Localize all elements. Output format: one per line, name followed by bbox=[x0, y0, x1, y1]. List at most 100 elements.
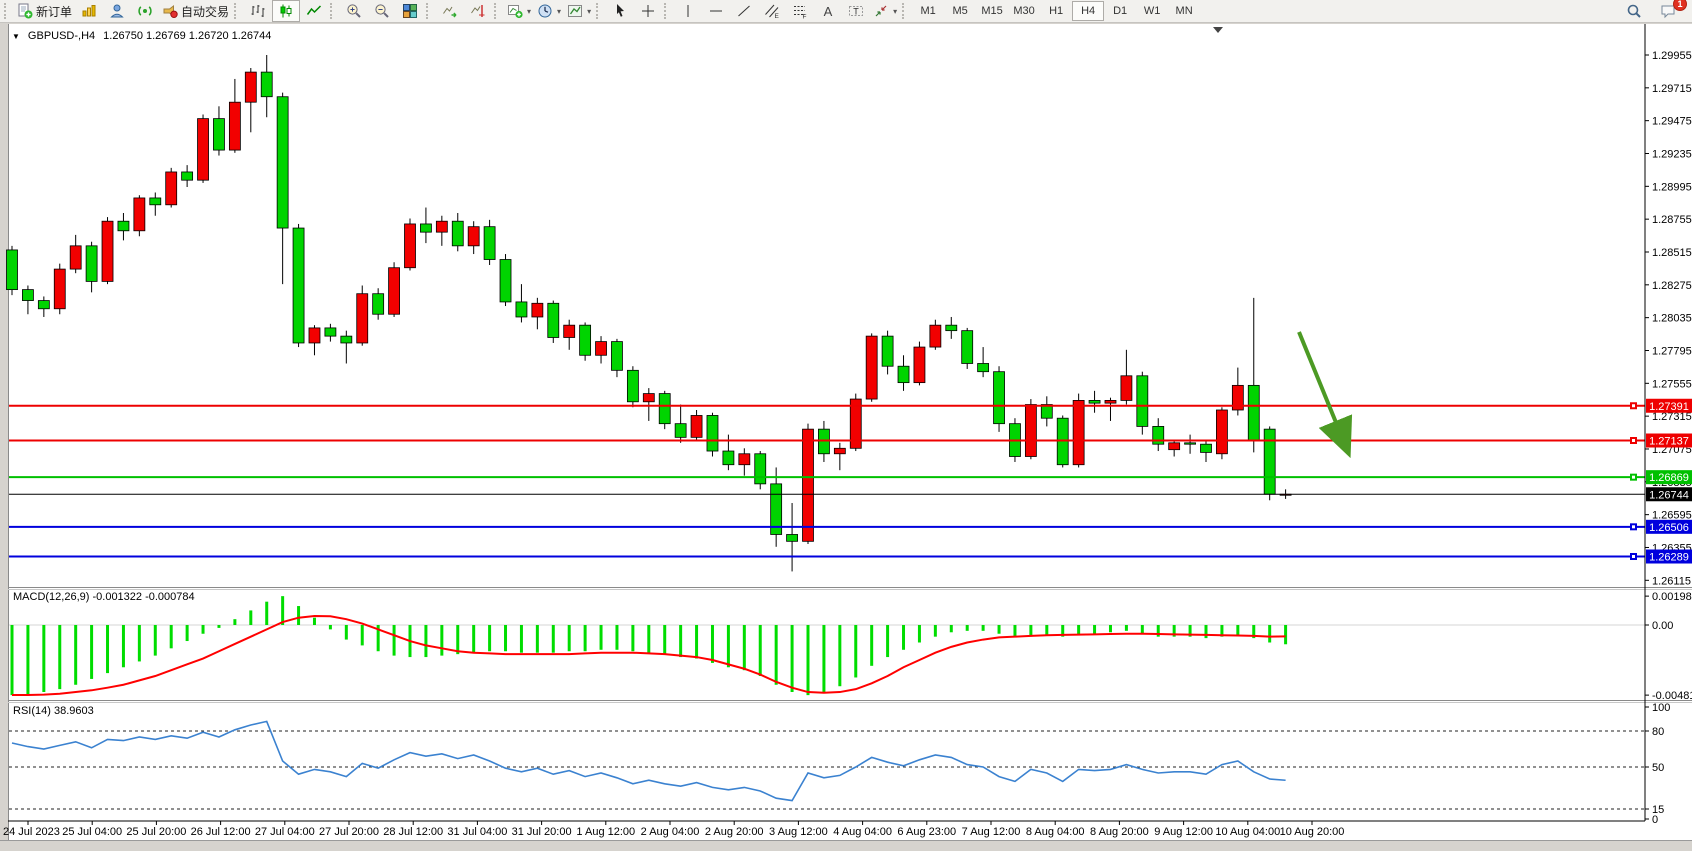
candle-body bbox=[1137, 376, 1148, 427]
price-tick-label: 1.27315 bbox=[1652, 411, 1692, 423]
candle-body bbox=[1089, 400, 1100, 403]
label-button[interactable]: T bbox=[842, 0, 870, 22]
candle bbox=[1264, 426, 1275, 500]
equidistant-channel-button[interactable]: E bbox=[758, 0, 786, 22]
candle-body bbox=[309, 328, 320, 343]
timeframe-m5-button[interactable]: M5 bbox=[944, 1, 976, 21]
templates-button[interactable]: ▾ bbox=[564, 0, 594, 22]
candle-body bbox=[198, 119, 209, 181]
zoom-out-button[interactable] bbox=[368, 0, 396, 22]
horizontal-line-button[interactable] bbox=[702, 0, 730, 22]
fibonacci-icon: F bbox=[792, 3, 808, 19]
time-tick-label: 2 Aug 04:00 bbox=[641, 826, 700, 838]
toolbar-grip bbox=[596, 3, 603, 19]
price-tick-label: 1.29475 bbox=[1652, 116, 1692, 128]
candle-body bbox=[930, 325, 941, 347]
candle-body bbox=[1264, 429, 1275, 494]
candle bbox=[102, 217, 113, 284]
timeframe-h1-button[interactable]: H1 bbox=[1040, 1, 1072, 21]
new-chart-icon bbox=[81, 3, 97, 19]
toolbar-grip bbox=[494, 3, 501, 19]
time-tick-label: 9 Aug 12:00 bbox=[1154, 826, 1213, 838]
price-tick-label: 1.29235 bbox=[1652, 148, 1692, 160]
timeframe-w1-button[interactable]: W1 bbox=[1136, 1, 1168, 21]
new-chart-button[interactable] bbox=[75, 0, 103, 22]
price-badge-label: 1.26744 bbox=[1649, 489, 1689, 501]
candle-body bbox=[1073, 400, 1084, 464]
candle bbox=[707, 413, 718, 457]
candle bbox=[500, 254, 511, 306]
candle-body bbox=[1201, 444, 1212, 452]
chart-canvas[interactable]: 1.299551.297151.294751.292351.289951.287… bbox=[0, 0, 1692, 851]
candle-body bbox=[596, 342, 607, 356]
candle-body bbox=[70, 246, 81, 269]
cursor-button[interactable] bbox=[606, 0, 634, 22]
templates-icon bbox=[567, 3, 583, 19]
profile-button[interactable] bbox=[103, 0, 131, 22]
fibonacci-button[interactable]: F bbox=[786, 0, 814, 22]
timeframe-m1-button[interactable]: M1 bbox=[912, 1, 944, 21]
candle bbox=[1073, 394, 1084, 468]
timeframe-d1-button[interactable]: D1 bbox=[1104, 1, 1136, 21]
autoscroll-button[interactable] bbox=[436, 0, 464, 22]
time-tick-label: 10 Aug 20:00 bbox=[1280, 826, 1345, 838]
candle-body bbox=[994, 372, 1005, 424]
zoom-in-button[interactable] bbox=[340, 0, 368, 22]
channel-icon: E bbox=[764, 3, 780, 19]
new-order-button[interactable]: 新订单 bbox=[14, 0, 75, 22]
autotrading-button[interactable]: 自动交易 bbox=[159, 0, 232, 22]
svg-text:E: E bbox=[775, 13, 780, 19]
candle-body bbox=[420, 224, 431, 232]
candle bbox=[1025, 399, 1036, 459]
indicators-button[interactable]: ▾ bbox=[504, 0, 534, 22]
tile-windows-icon bbox=[402, 3, 418, 19]
price-tick-label: 1.28515 bbox=[1652, 247, 1692, 259]
chart-shift-icon bbox=[470, 3, 486, 19]
timeframe-mn-button[interactable]: MN bbox=[1168, 1, 1200, 21]
candle bbox=[994, 366, 1005, 432]
chevron-down-icon[interactable]: ▾ bbox=[893, 7, 897, 16]
periods-button[interactable]: ▾ bbox=[534, 0, 564, 22]
price-badge-label: 1.27391 bbox=[1649, 401, 1689, 413]
autotrading-icon bbox=[162, 3, 178, 19]
candle-body bbox=[787, 534, 798, 541]
time-tick-label: 1 Aug 12:00 bbox=[576, 826, 635, 838]
candle-body bbox=[946, 325, 957, 330]
cursor-icon bbox=[612, 3, 628, 19]
timeframe-h4-button[interactable]: H4 bbox=[1072, 1, 1104, 21]
toolbar-grip bbox=[4, 3, 11, 19]
candle-body bbox=[293, 228, 304, 343]
indicators-icon bbox=[507, 3, 523, 19]
signals-button[interactable] bbox=[131, 0, 159, 22]
bar-chart-button[interactable] bbox=[244, 0, 272, 22]
candle bbox=[866, 333, 877, 401]
chevron-down-icon[interactable]: ▾ bbox=[557, 7, 561, 16]
timeframe-m15-button[interactable]: M15 bbox=[976, 1, 1008, 21]
zoom-in-icon bbox=[346, 3, 362, 19]
candle-body bbox=[1216, 410, 1227, 454]
horizontal-line-icon bbox=[708, 3, 724, 19]
candle-body bbox=[22, 290, 33, 301]
chevron-down-icon[interactable]: ▾ bbox=[587, 7, 591, 16]
text-button[interactable]: A bbox=[814, 0, 842, 22]
tile-windows-button[interactable] bbox=[396, 0, 424, 22]
trendline-button[interactable] bbox=[730, 0, 758, 22]
timeframe-m30-button[interactable]: M30 bbox=[1008, 1, 1040, 21]
crosshair-button[interactable] bbox=[634, 0, 662, 22]
toolbar-grip bbox=[330, 3, 337, 19]
arrows-button[interactable]: ▾ bbox=[870, 0, 900, 22]
time-tick-label: 4 Aug 04:00 bbox=[833, 826, 892, 838]
candle-body bbox=[213, 119, 224, 150]
crosshair-icon bbox=[640, 3, 656, 19]
search-button[interactable] bbox=[1620, 0, 1648, 22]
chat-button[interactable]: 1 bbox=[1654, 0, 1682, 22]
vertical-line-button[interactable] bbox=[674, 0, 702, 22]
chart-shift-button[interactable] bbox=[464, 0, 492, 22]
candle bbox=[7, 246, 18, 295]
candlestick-chart-button[interactable] bbox=[272, 0, 300, 22]
time-tick-label: 26 Jul 12:00 bbox=[191, 826, 251, 838]
chevron-down-icon[interactable]: ▾ bbox=[527, 7, 531, 16]
candle-body bbox=[643, 394, 654, 402]
candle-body bbox=[898, 366, 909, 382]
line-chart-button[interactable] bbox=[300, 0, 328, 22]
